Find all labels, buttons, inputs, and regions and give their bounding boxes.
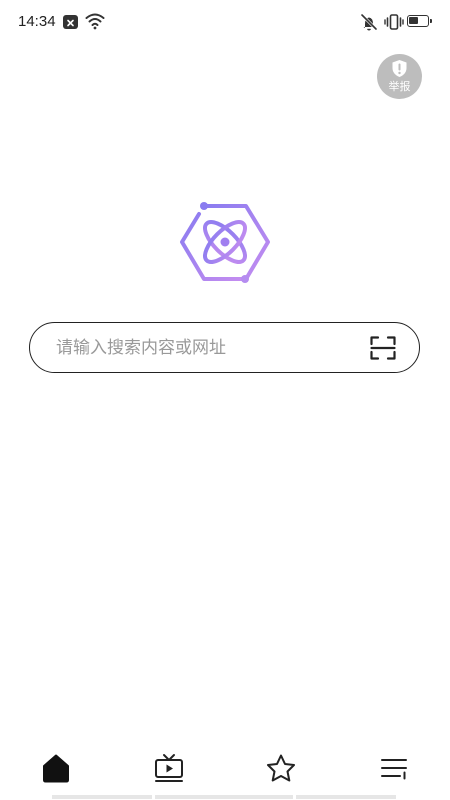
gesture-bar-segment (52, 795, 152, 799)
menu-icon[interactable] (374, 748, 414, 788)
home-icon[interactable] (36, 748, 76, 788)
battery-tip (430, 19, 432, 23)
status-bar: 14:34 (0, 0, 450, 44)
scan-icon[interactable] (370, 336, 396, 360)
report-button[interactable]: 举报 (377, 54, 422, 99)
battery-level-fill (409, 17, 418, 24)
report-label: 举报 (388, 80, 411, 93)
browser-home-screen: 14:34 举报 请输入搜索内容或网址 (0, 0, 450, 800)
search-input[interactable] (54, 323, 358, 373)
gesture-bar-segment (296, 795, 396, 799)
star-icon[interactable] (261, 748, 301, 788)
battery-icon (407, 15, 432, 27)
x-notification-icon (63, 15, 78, 29)
gesture-bar-segment (155, 795, 293, 799)
search-box (29, 322, 420, 373)
vibrate-off-icon (359, 13, 379, 35)
bottom-nav (0, 740, 450, 800)
vibrate-icon (384, 13, 404, 35)
status-time: 14:34 (18, 13, 56, 30)
wifi-icon (85, 12, 105, 34)
hexagon-atom-logo (175, 198, 275, 288)
tv-play-icon[interactable] (149, 748, 189, 788)
